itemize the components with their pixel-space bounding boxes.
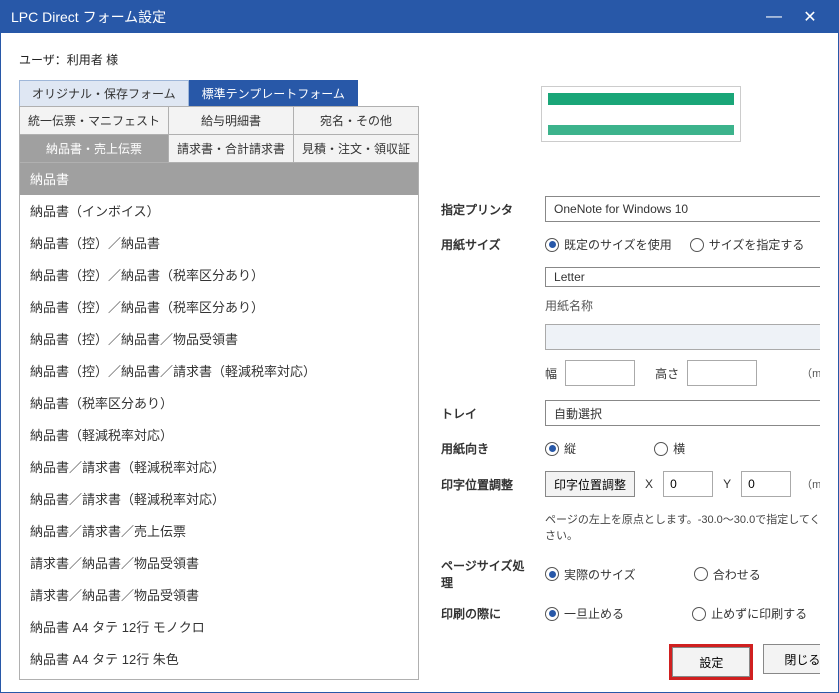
radio-dot-icon [545,238,559,252]
radio-dot-icon [545,567,559,581]
width-label: 幅 [545,365,557,382]
tray-select[interactable]: 自動選択 [545,400,820,426]
offset-unit: （mm） [801,476,820,492]
printer-label: 指定プリンタ [441,201,535,218]
form-preview [541,86,741,142]
category-tab-1[interactable]: 給与明細書 [169,107,294,135]
tray-row: トレイ 自動選択 [441,400,820,426]
category-tab-5[interactable]: 見積・注文・領収証 [294,135,418,162]
paper-size-custom-radio[interactable]: サイズを指定する [690,236,805,253]
user-label: ユーザ：利用者 様 [19,51,820,68]
source-tab-1[interactable]: 標準テンプレートフォーム [189,80,358,106]
offset-row: 印字位置調整 印字位置調整 X Y （mm） [441,471,820,497]
page-size-actual-radio[interactable]: 実際のサイズ [545,566,636,583]
list-item[interactable]: 納品書／請求書／売上伝票 [20,515,418,547]
paper-name-input[interactable] [545,324,820,350]
right-pane: 指定プリンタ OneNote for Windows 10 用紙サイズ 既定のサ… [441,80,820,680]
offset-x-input[interactable] [663,471,713,497]
when-printing-pause-radio[interactable]: 一旦止める [545,605,624,622]
page-size-radios: 実際のサイズ 合わせる [545,566,761,583]
offset-adjust-button[interactable]: 印字位置調整 [545,471,635,497]
radio-dot-icon [694,567,708,581]
offset-label: 印字位置調整 [441,476,535,493]
form-list[interactable]: 納品書納品書（インボイス）納品書（控）／納品書納品書（控）／納品書（税率区分あり… [19,163,419,680]
list-item[interactable]: 納品書 A4 タテ 12行 緑色 [20,675,418,680]
height-label: 高さ [655,365,679,382]
orientation-row: 用紙向き 縦 横 [441,440,820,457]
paper-size-mode: 既定のサイズを使用 サイズを指定する [545,236,804,253]
printer-row: 指定プリンタ OneNote for Windows 10 [441,196,820,222]
radio-dot-icon [545,442,559,456]
offset-y-label: Y [723,477,731,491]
list-item[interactable]: 納品書 [20,163,418,195]
orientation-landscape-radio[interactable]: 横 [654,440,685,457]
height-input[interactable] [687,360,757,386]
close-button[interactable]: ✕ [792,7,828,27]
category-tab-4[interactable]: 請求書・合計請求書 [169,135,294,162]
list-item[interactable]: 納品書（控）／納品書（税率区分あり） [20,291,418,323]
window-title: LPC Direct フォーム設定 [11,7,756,27]
list-item[interactable]: 請求書／納品書／物品受領書 [20,547,418,579]
offset-x-label: X [645,477,653,491]
paper-size-select[interactable]: Letter [545,267,820,287]
page-size-row: ページサイズ処理 実際のサイズ 合わせる [441,557,820,591]
list-item[interactable]: 納品書（控）／納品書／物品受領書 [20,323,418,355]
when-printing-label: 印刷の際に [441,605,535,622]
printer-select[interactable]: OneNote for Windows 10 [545,196,820,222]
apply-highlight: 設定 [669,644,753,680]
when-printing-radios: 一旦止める 止めずに印刷する [545,605,807,622]
close-dialog-button[interactable]: 閉じる [763,644,820,674]
radio-dot-icon [545,607,559,621]
radio-dot-icon [690,238,704,252]
list-item[interactable]: 納品書（インボイス） [20,195,418,227]
paper-size-subblock: Letter 用紙名称 幅 高さ （mm） [545,267,820,386]
list-item[interactable]: 納品書 A4 タテ 12行 モノクロ [20,611,418,643]
list-item[interactable]: 納品書 A4 タテ 12行 朱色 [20,643,418,675]
offset-hint: ページの左上を原点とします。-30.0～30.0で指定してください。 [545,511,820,543]
paper-size-row: 用紙サイズ 既定のサイズを使用 サイズを指定する [441,236,820,253]
paper-size-label: 用紙サイズ [441,236,535,253]
orientation-radios: 縦 横 [545,440,685,457]
page-size-fit-radio[interactable]: 合わせる [694,566,761,583]
radio-dot-icon [654,442,668,456]
when-printing-continue-radio[interactable]: 止めずに印刷する [692,605,807,622]
list-item[interactable]: 請求書／納品書／物品受領書 [20,579,418,611]
paper-name-label: 用紙名称 [545,297,820,314]
orientation-portrait-radio[interactable]: 縦 [545,440,576,457]
list-item[interactable]: 納品書（控）／納品書 [20,227,418,259]
category-tabs: 統一伝票・マニフェスト給与明細書宛名・その他納品書・売上伝票請求書・合計請求書見… [19,106,419,163]
left-pane: オリジナル・保存フォーム標準テンプレートフォーム 統一伝票・マニフェスト給与明細… [19,80,419,680]
titlebar: LPC Direct フォーム設定 — ✕ [1,1,838,33]
list-item[interactable]: 納品書／請求書（軽減税率対応） [20,483,418,515]
category-tab-0[interactable]: 統一伝票・マニフェスト [20,107,169,135]
apply-button[interactable]: 設定 [672,647,750,677]
list-item[interactable]: 納品書（税率区分あり） [20,387,418,419]
radio-dot-icon [692,607,706,621]
list-item[interactable]: 納品書（軽減税率対応） [20,419,418,451]
orientation-label: 用紙向き [441,440,535,457]
source-tab-0[interactable]: オリジナル・保存フォーム [19,80,189,106]
tray-label: トレイ [441,405,535,422]
content-area: ユーザ：利用者 様 オリジナル・保存フォーム標準テンプレートフォーム 統一伝票・… [1,33,838,692]
paper-dim-row: 幅 高さ （mm） [545,360,820,386]
list-item[interactable]: 納品書（控）／納品書（税率区分あり） [20,259,418,291]
list-item[interactable]: 納品書（控）／納品書／請求書（軽減税率対応） [20,355,418,387]
dim-unit: （mm） [801,365,820,381]
width-input[interactable] [565,360,635,386]
form-source-tabs: オリジナル・保存フォーム標準テンプレートフォーム [19,80,419,106]
category-tab-2[interactable]: 宛名・その他 [294,107,418,135]
paper-size-fixed-radio[interactable]: 既定のサイズを使用 [545,236,672,253]
page-size-label: ページサイズ処理 [441,557,535,591]
settings-window: LPC Direct フォーム設定 — ✕ ユーザ：利用者 様 オリジナル・保存… [0,0,839,693]
when-printing-row: 印刷の際に 一旦止める 止めずに印刷する [441,605,820,622]
main-area: オリジナル・保存フォーム標準テンプレートフォーム 統一伝票・マニフェスト給与明細… [19,80,820,680]
minimize-button[interactable]: — [756,8,792,26]
button-row: 設定 閉じる [441,644,820,680]
category-tab-3[interactable]: 納品書・売上伝票 [20,135,169,162]
list-item[interactable]: 納品書／請求書（軽減税率対応） [20,451,418,483]
offset-y-input[interactable] [741,471,791,497]
